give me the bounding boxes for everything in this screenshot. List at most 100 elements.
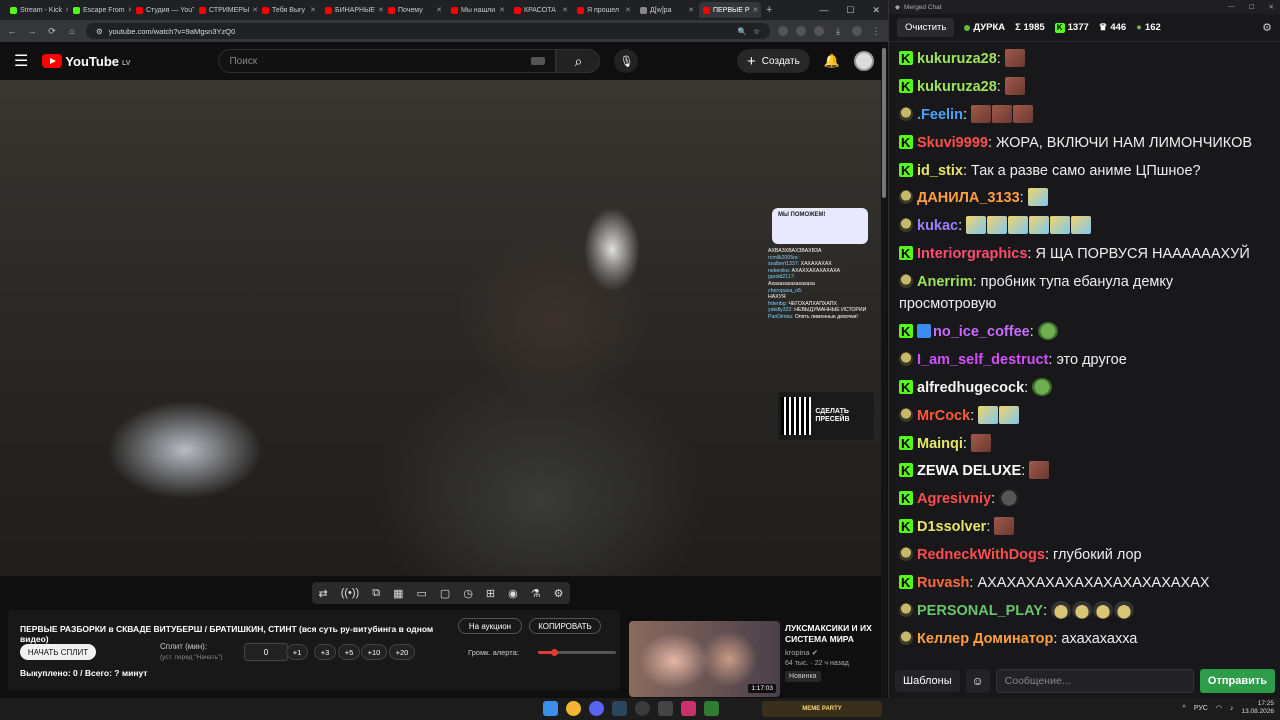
- input-language[interactable]: РУС: [1194, 705, 1208, 712]
- account-avatar[interactable]: [854, 51, 874, 71]
- browser-tab[interactable]: Escape From ✕: [69, 2, 131, 18]
- app-icon[interactable]: [681, 701, 696, 716]
- chat-username[interactable]: alfredhugecock: [917, 380, 1024, 396]
- split-step-button[interactable]: +5: [338, 644, 360, 660]
- close-tab-icon[interactable]: ✕: [378, 6, 383, 14]
- discord-icon[interactable]: [589, 701, 604, 716]
- close-tab-icon[interactable]: ✕: [562, 6, 568, 14]
- player-tool-icon[interactable]: ◉: [508, 587, 518, 600]
- close-button[interactable]: ✕: [1269, 3, 1274, 11]
- recommended-thumbnail[interactable]: 1:17:03: [629, 621, 780, 697]
- chat-username[interactable]: Келлер Доминатор: [917, 631, 1053, 647]
- network-icon[interactable]: ◠: [1216, 704, 1222, 712]
- chat-username[interactable]: Skuvi9999: [917, 135, 988, 151]
- chat-username[interactable]: kukuruza28: [917, 51, 997, 67]
- close-tab-icon[interactable]: ✕: [128, 6, 131, 14]
- chat-username[interactable]: ZEWA DELUXE: [917, 463, 1021, 479]
- split-step-button[interactable]: +10: [361, 644, 387, 660]
- clear-chat-button[interactable]: Очистить: [897, 18, 955, 37]
- extension-icon[interactable]: [814, 26, 824, 36]
- player-tool-icon[interactable]: ◷: [463, 587, 473, 600]
- start-split-button[interactable]: НАЧАТЬ СПЛИТ: [20, 644, 96, 660]
- auction-button[interactable]: На аукцион: [458, 618, 522, 634]
- close-tab-icon[interactable]: ✕: [753, 6, 759, 14]
- extension-icon[interactable]: [778, 26, 788, 36]
- chat-username[interactable]: no_ice_coffee: [933, 324, 1030, 340]
- site-info-icon[interactable]: ⚙: [96, 27, 103, 36]
- copy-button[interactable]: КОПИРОВАТЬ: [529, 618, 601, 634]
- split-step-button[interactable]: +3: [314, 644, 336, 660]
- clock[interactable]: 17:25 13.08.2026: [1241, 700, 1274, 716]
- menu-icon[interactable]: ☰: [14, 51, 28, 71]
- recommended-title[interactable]: ЛУКСМАКСИКИ И ИХ СИСТЕМА МИРА: [785, 623, 881, 645]
- chat-username[interactable]: .Feelin: [917, 107, 963, 123]
- chat-username[interactable]: id_stix: [917, 163, 963, 179]
- close-tab-icon[interactable]: ✕: [310, 6, 316, 14]
- alert-volume-slider[interactable]: [538, 649, 616, 656]
- youtube-logo[interactable]: YouTube LV: [42, 54, 130, 69]
- taskbar-widget[interactable]: MEME PARTY: [762, 701, 882, 717]
- close-button[interactable]: ✕: [872, 5, 880, 16]
- player-tool-icon[interactable]: ⇄: [319, 587, 328, 600]
- player-tool-icon[interactable]: ((•)): [341, 587, 360, 599]
- maximize-button[interactable]: ☐: [1249, 3, 1255, 11]
- close-tab-icon[interactable]: ✕: [688, 6, 694, 14]
- browser-tab[interactable]: Мы нашли ✕: [447, 2, 509, 18]
- close-tab-icon[interactable]: ✕: [499, 6, 505, 14]
- player-tool-icon[interactable]: ⚗: [531, 587, 541, 600]
- browser-tab[interactable]: ПЕРВЫЕ Р ✕: [699, 2, 761, 18]
- emoji-button[interactable]: ☺: [965, 669, 990, 693]
- search-button[interactable]: ⌕: [556, 49, 601, 73]
- page-scrollbar[interactable]: [881, 44, 887, 698]
- settings-gear-icon[interactable]: ⚙: [1262, 21, 1272, 34]
- recommended-channel[interactable]: kropina ✔: [785, 648, 818, 657]
- browser-tab[interactable]: Я прошел ✕: [573, 2, 635, 18]
- templates-button[interactable]: Шаблоны: [895, 670, 960, 692]
- player-tool-icon[interactable]: ▢: [440, 587, 450, 600]
- chat-username[interactable]: MrCock: [917, 408, 970, 424]
- split-minutes-input[interactable]: 0: [244, 643, 288, 661]
- alert-volume-knob[interactable]: [550, 649, 558, 656]
- downloads-icon[interactable]: ⤓: [832, 26, 844, 37]
- chat-username[interactable]: I_am_self_destruct: [917, 352, 1048, 368]
- home-button[interactable]: ⌂: [66, 26, 78, 36]
- forward-button[interactable]: →: [26, 26, 38, 36]
- url-bar[interactable]: ⚙ youtube.com/watch?v=9aMgsn3YzQ0 🔍 ☆: [86, 23, 770, 39]
- player-tool-icon[interactable]: ▦: [393, 587, 403, 600]
- bookmark-star-icon[interactable]: ☆: [753, 27, 760, 36]
- player-tool-icon[interactable]: ⧉: [372, 587, 380, 600]
- chat-username[interactable]: kukuruza28: [917, 79, 997, 95]
- maximize-button[interactable]: ☐: [846, 5, 854, 16]
- close-tab-icon[interactable]: ✕: [252, 6, 257, 14]
- browser-tab[interactable]: СТРИМЕРЫ ✕: [195, 2, 257, 18]
- close-tab-icon[interactable]: ✕: [436, 6, 442, 14]
- volume-icon[interactable]: ♪: [1230, 705, 1234, 712]
- search-input[interactable]: Поиск: [218, 49, 557, 73]
- keyboard-icon[interactable]: [531, 57, 546, 65]
- chat-username[interactable]: Anerrim: [917, 274, 973, 290]
- app-icon[interactable]: [658, 701, 673, 716]
- chat-username[interactable]: kukac: [917, 218, 958, 234]
- chat-message-input[interactable]: [995, 669, 1194, 693]
- chat-username[interactable]: Interiorgraphics: [917, 246, 1027, 262]
- chat-username[interactable]: Ruvash: [917, 575, 969, 591]
- reload-button[interactable]: ⟳: [46, 26, 58, 37]
- steam-icon[interactable]: [612, 701, 627, 716]
- browser-tab[interactable]: Stream - Kick ✕: [6, 2, 68, 18]
- zoom-icon[interactable]: 🔍: [738, 27, 747, 36]
- split-step-button[interactable]: +20: [389, 644, 415, 660]
- player-tool-icon[interactable]: ▭: [417, 587, 427, 600]
- recommended-video[interactable]: 1:17:03 ЛУКСМАКСИКИ И ИХ СИСТЕМА МИРА kr…: [629, 619, 882, 697]
- app-icon[interactable]: [704, 701, 719, 716]
- chat-username[interactable]: PERSONAL_PLAY: [917, 603, 1043, 619]
- chat-username[interactable]: D1ssolver: [917, 519, 986, 535]
- chat-username[interactable]: ДАНИЛА_3133: [917, 190, 1020, 206]
- chat-username[interactable]: RedneckWithDogs: [917, 547, 1045, 563]
- close-tab-icon[interactable]: ✕: [625, 6, 631, 14]
- chat-username[interactable]: Agresivniy: [917, 491, 991, 507]
- browser-tab[interactable]: Тебя Выгу ✕: [258, 2, 320, 18]
- voice-search-button[interactable]: 🎙: [614, 49, 639, 73]
- browser-tab[interactable]: Студия — YouTube✕: [132, 2, 194, 18]
- split-step-button[interactable]: +1: [286, 644, 308, 660]
- obs-icon[interactable]: [635, 701, 650, 716]
